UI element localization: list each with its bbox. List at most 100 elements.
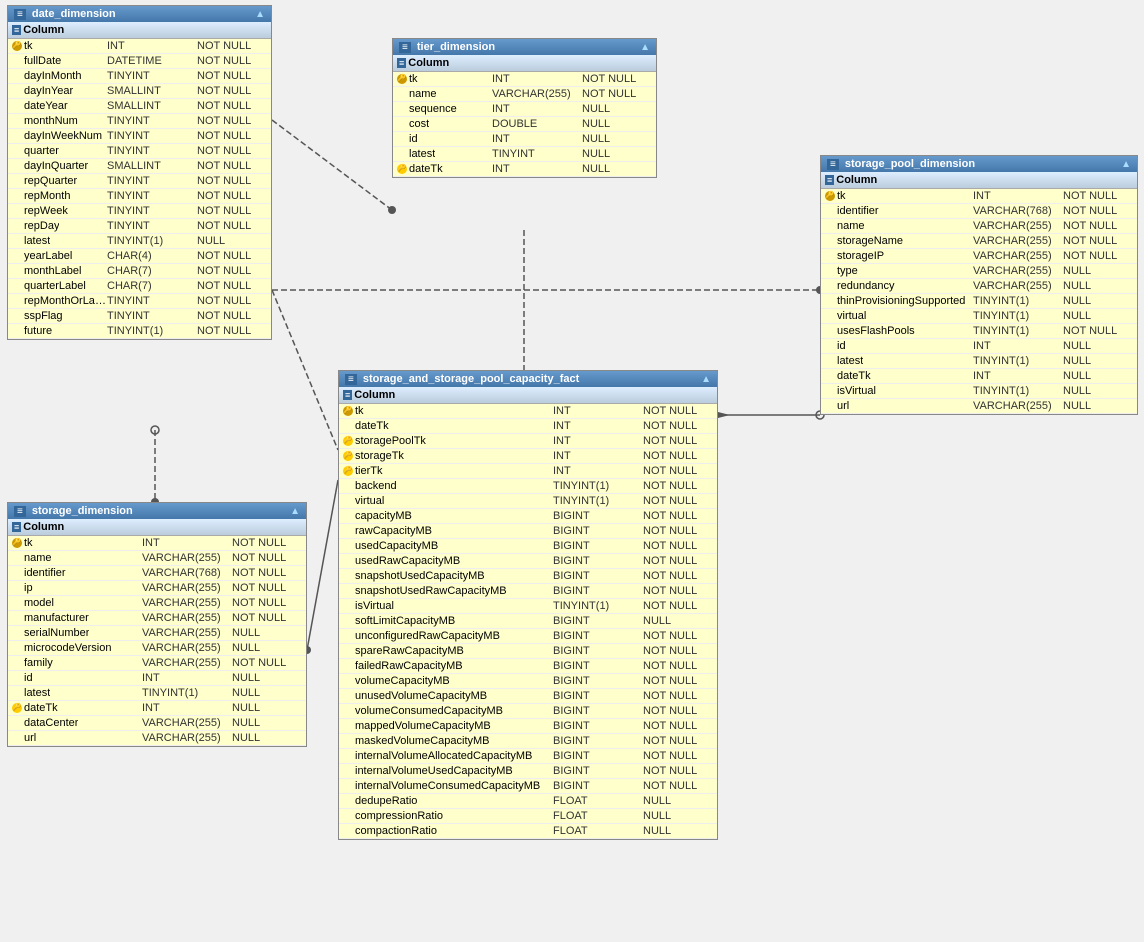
table-row: 🔑 tk INT NOT NULL [8,536,306,551]
col-name-text: ip [24,582,33,594]
table-row: monthNum TINYINT NOT NULL [8,114,271,129]
table-row: dataCenter VARCHAR(255) NULL [8,716,306,731]
col-null: NOT NULL [232,612,302,624]
table-row: dateTk INT NOT NULL [339,419,717,434]
col-null: NOT NULL [197,265,267,277]
col-type: INT [142,672,232,684]
table-row: internalVolumeAllocatedCapacityMB BIGINT… [339,749,717,764]
col-null: NOT NULL [643,600,713,612]
table-row: identifier VARCHAR(768) NOT NULL [821,204,1137,219]
col-null: NOT NULL [1063,190,1133,202]
col-name-text: compactionRatio [355,825,437,837]
table-row: volumeCapacityMB BIGINT NOT NULL [339,674,717,689]
col-null: NOT NULL [197,70,267,82]
table-row: 🔑 storagePoolTk INT NOT NULL [339,434,717,449]
table-title-tier_dimension: tier_dimension [417,41,495,53]
col-type: CHAR(7) [107,265,197,277]
col-name-text: maskedVolumeCapacityMB [355,735,490,747]
table-header-date_dimension[interactable]: ≡ date_dimension ▲ [8,6,271,22]
col-type: VARCHAR(768) [973,205,1063,217]
table-header-storage_dimension[interactable]: ≡ storage_dimension ▲ [8,503,306,519]
col-null: NOT NULL [1063,325,1133,337]
col-type: VARCHAR(255) [142,612,232,624]
col-type: FLOAT [553,795,643,807]
col-type: CHAR(7) [107,280,197,292]
table-header-storage_pool_dimension[interactable]: ≡ storage_pool_dimension ▲ [821,156,1137,172]
resize-icon-storage_pool_dimension: ▲ [1121,159,1131,170]
col-name-text: repWeek [24,205,68,217]
table-row: snapshotUsedCapacityMB BIGINT NOT NULL [339,569,717,584]
col-null: NOT NULL [197,40,267,52]
table-row: url VARCHAR(255) NULL [8,731,306,746]
col-name-text: url [24,732,36,744]
col-null: NOT NULL [232,537,302,549]
col-null: NOT NULL [197,250,267,262]
col-type: TINYINT [107,70,197,82]
col-type: VARCHAR(255) [142,627,232,639]
table-row: usedRawCapacityMB BIGINT NOT NULL [339,554,717,569]
table-header-storage_and_storage_pool_capacity_fact[interactable]: ≡ storage_and_storage_pool_capacity_fact… [339,371,717,387]
col-null: NULL [1063,355,1133,367]
col-type: INT [492,73,582,85]
table-row: softLimitCapacityMB BIGINT NULL [339,614,717,629]
table-row: identifier VARCHAR(768) NOT NULL [8,566,306,581]
pk-icon: 🔑 [12,538,22,548]
col-null: NOT NULL [643,690,713,702]
col-type: TINYINT(1) [973,385,1063,397]
table-storage_dimension: ≡ storage_dimension ▲ ≡Column 🔑 tk INT N… [7,502,307,747]
table-row: compressionRatio FLOAT NULL [339,809,717,824]
col-type: FLOAT [553,810,643,822]
table-row: usesFlashPools TINYINT(1) NOT NULL [821,324,1137,339]
col-type: VARCHAR(255) [973,250,1063,262]
col-type: INT [973,190,1063,202]
col-null: NOT NULL [643,675,713,687]
fk-icon: 🔑 [397,164,407,174]
table-row: dedupeRatio FLOAT NULL [339,794,717,809]
col-name-text: type [837,265,858,277]
table-row: thinProvisioningSupported TINYINT(1) NUL… [821,294,1137,309]
table-row: 🔑 tk INT NOT NULL [339,404,717,419]
col-null: NULL [582,118,652,130]
col-type: BIGINT [553,750,643,762]
col-type: TINYINT(1) [553,495,643,507]
col-name-text: isVirtual [837,385,876,397]
col-null: NOT NULL [232,552,302,564]
table-row: storageName VARCHAR(255) NOT NULL [821,234,1137,249]
col-type: SMALLINT [107,85,197,97]
col-type: BIGINT [553,645,643,657]
col-name-text: internalVolumeUsedCapacityMB [355,765,513,777]
table-row: name VARCHAR(255) NOT NULL [821,219,1137,234]
col-type: VARCHAR(768) [142,567,232,579]
table-row: virtual TINYINT(1) NULL [821,309,1137,324]
col-null: NOT NULL [197,130,267,142]
col-null: NULL [1063,265,1133,277]
col-name-text: id [409,133,418,145]
table-header-tier_dimension[interactable]: ≡ tier_dimension ▲ [393,39,656,55]
col-name-text: latest [24,235,50,247]
col-header-storage_pool_dimension: ≡Column [821,172,1137,189]
col-name-text: virtual [837,310,866,322]
col-type: TINYINT(1) [973,310,1063,322]
col-name-text: usedCapacityMB [355,540,438,552]
col-null: NOT NULL [643,585,713,597]
table-row: 🔑 storageTk INT NOT NULL [339,449,717,464]
col-name-text: dateTk [24,702,58,714]
col-type: BIGINT [553,570,643,582]
col-name-text: tk [24,40,33,52]
col-type: TINYINT(1) [973,325,1063,337]
table-row: ip VARCHAR(255) NOT NULL [8,581,306,596]
col-type: TINYINT [492,148,582,160]
col-null: NOT NULL [582,73,652,85]
pk-icon: 🔑 [12,41,22,51]
col-name-text: identifier [24,567,66,579]
table-title-storage_and_storage_pool_capacity_fact: storage_and_storage_pool_capacity_fact [363,373,579,385]
table-row: internalVolumeUsedCapacityMB BIGINT NOT … [339,764,717,779]
col-null: NULL [643,825,713,837]
col-name-text: id [837,340,846,352]
table-row: url VARCHAR(255) NULL [821,399,1137,414]
table-storage_and_storage_pool_capacity_fact: ≡ storage_and_storage_pool_capacity_fact… [338,370,718,840]
col-type: INT [973,370,1063,382]
col-type: TINYINT(1) [553,600,643,612]
table-row: internalVolumeConsumedCapacityMB BIGINT … [339,779,717,794]
table-row: 🔑 tk INT NOT NULL [393,72,656,87]
